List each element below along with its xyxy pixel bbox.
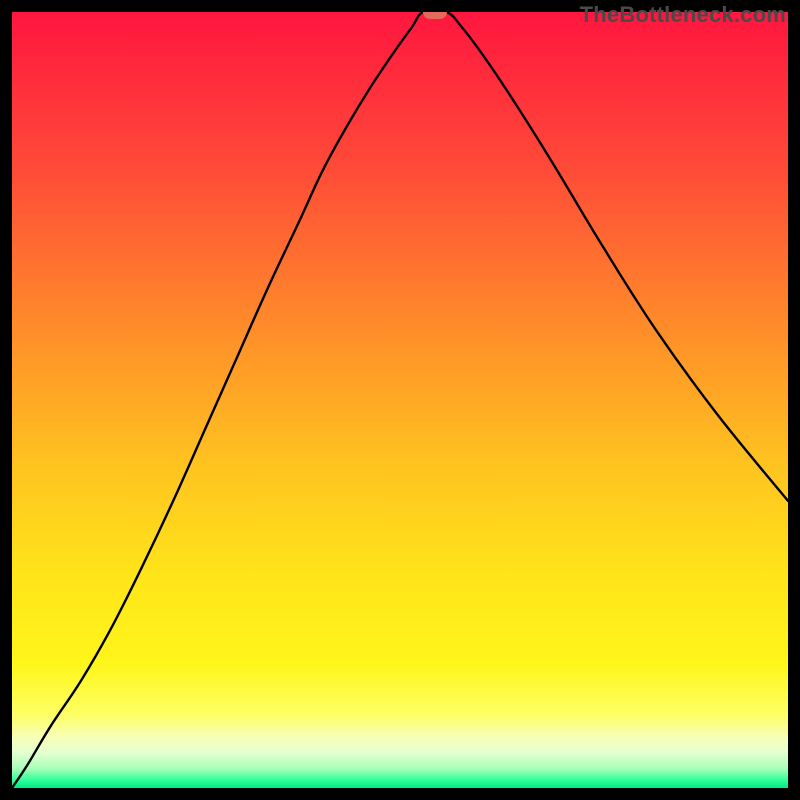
- gradient-background: [12, 12, 788, 788]
- optimal-marker: [423, 12, 447, 19]
- plot-area: [12, 12, 788, 788]
- watermark-text: TheBottleneck.com: [580, 2, 786, 28]
- bottleneck-chart: [12, 12, 788, 788]
